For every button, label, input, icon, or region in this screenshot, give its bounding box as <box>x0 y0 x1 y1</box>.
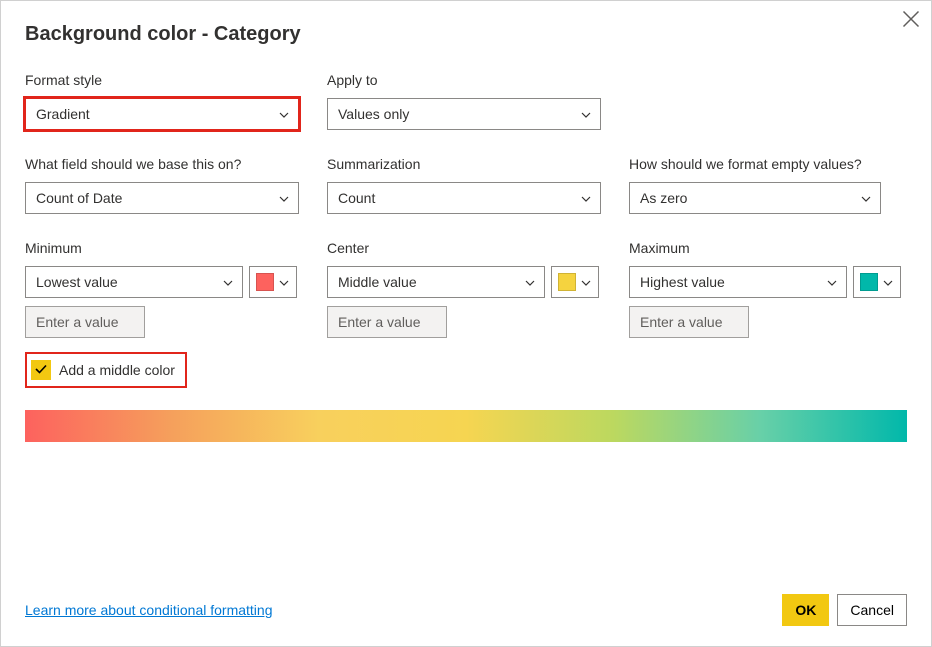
empty-values-value: As zero <box>640 190 687 206</box>
maximum-mode-select[interactable]: Highest value <box>629 266 847 298</box>
summarization-select[interactable]: Count <box>327 182 601 214</box>
cancel-button[interactable]: Cancel <box>837 594 907 626</box>
minimum-color-swatch <box>256 273 274 291</box>
summarization-label: Summarization <box>327 156 601 172</box>
checkmark-icon <box>34 362 48 379</box>
dialog-title: Background color - Category <box>25 23 907 46</box>
maximum-label: Maximum <box>629 240 903 256</box>
chevron-down-icon <box>524 276 536 288</box>
base-field-select[interactable]: Count of Date <box>25 182 299 214</box>
center-mode-select[interactable]: Middle value <box>327 266 545 298</box>
close-button[interactable] <box>901 9 921 29</box>
add-middle-color-label: Add a middle color <box>59 362 175 378</box>
apply-to-select[interactable]: Values only <box>327 98 601 130</box>
maximum-color-swatch <box>860 273 878 291</box>
chevron-down-icon <box>580 276 592 288</box>
chevron-down-icon <box>580 108 592 120</box>
center-label: Center <box>327 240 601 256</box>
maximum-mode-value: Highest value <box>640 274 725 290</box>
base-field-label: What field should we base this on? <box>25 156 299 172</box>
chevron-down-icon <box>826 276 838 288</box>
maximum-color-picker[interactable] <box>853 266 901 298</box>
add-middle-color-checkbox[interactable] <box>31 360 51 380</box>
center-color-picker[interactable] <box>551 266 599 298</box>
gradient-preview <box>25 410 907 442</box>
chevron-down-icon <box>882 276 894 288</box>
maximum-value-input[interactable] <box>629 306 749 338</box>
center-mode-value: Middle value <box>338 274 417 290</box>
empty-values-select[interactable]: As zero <box>629 182 881 214</box>
add-middle-color-row[interactable]: Add a middle color <box>25 352 187 388</box>
apply-to-value: Values only <box>338 106 409 122</box>
chevron-down-icon <box>278 192 290 204</box>
minimum-label: Minimum <box>25 240 299 256</box>
format-style-select[interactable]: Gradient <box>25 98 299 130</box>
chevron-down-icon <box>222 276 234 288</box>
minimum-value-input[interactable] <box>25 306 145 338</box>
learn-more-link[interactable]: Learn more about conditional formatting <box>25 602 272 618</box>
minimum-mode-value: Lowest value <box>36 274 118 290</box>
center-color-swatch <box>558 273 576 291</box>
chevron-down-icon <box>278 108 290 120</box>
format-style-label: Format style <box>25 72 299 88</box>
chevron-down-icon <box>860 192 872 204</box>
center-value-input[interactable] <box>327 306 447 338</box>
empty-values-label: How should we format empty values? <box>629 156 881 172</box>
base-field-value: Count of Date <box>36 190 122 206</box>
format-style-value: Gradient <box>36 106 90 122</box>
ok-button[interactable]: OK <box>782 594 829 626</box>
minimum-color-picker[interactable] <box>249 266 297 298</box>
summarization-value: Count <box>338 190 375 206</box>
minimum-mode-select[interactable]: Lowest value <box>25 266 243 298</box>
apply-to-label: Apply to <box>327 72 601 88</box>
chevron-down-icon <box>278 276 290 288</box>
close-icon <box>901 16 921 33</box>
chevron-down-icon <box>580 192 592 204</box>
